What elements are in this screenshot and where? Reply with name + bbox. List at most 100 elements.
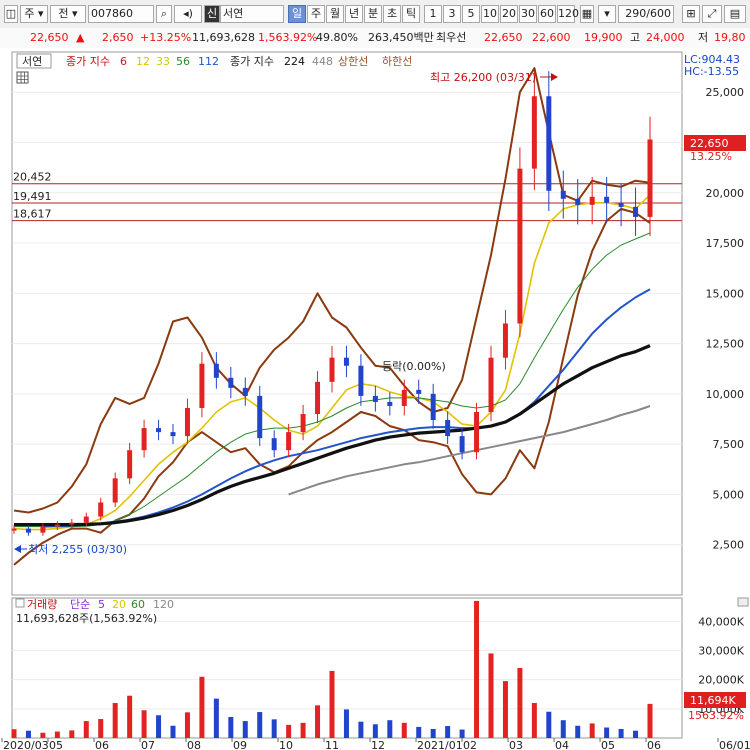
candle-body xyxy=(474,411,480,453)
high-annotation-text: 최고 26,200 (03/31) xyxy=(430,71,536,84)
candle-body xyxy=(329,357,335,382)
volume-bar xyxy=(69,730,75,738)
hc-readout: HC:-13.55 xyxy=(684,65,739,78)
interval-button-3[interactable]: 3 xyxy=(443,5,461,23)
interval-button-30[interactable]: 30 xyxy=(519,5,537,23)
volume-bar xyxy=(170,725,176,738)
candle-body xyxy=(141,428,147,451)
low-label: 저 xyxy=(698,31,709,44)
search-icon[interactable]: ⌕ xyxy=(156,5,172,23)
interval-button-60[interactable]: 60 xyxy=(538,5,556,23)
candle-body xyxy=(271,438,277,451)
candle-body xyxy=(184,407,190,437)
legend-name: 서연 xyxy=(22,55,42,68)
candle-body xyxy=(517,168,523,324)
market-select-value: 주 xyxy=(24,7,35,20)
prefix-select-value: 전 xyxy=(58,7,69,20)
volume-bar xyxy=(416,726,422,738)
period-button-6[interactable]: 틱 xyxy=(402,5,420,23)
stock-name-field[interactable]: 서연 xyxy=(220,5,284,23)
stock-name-value: 서연 xyxy=(223,7,244,20)
volume-tag-value: 11,694K xyxy=(690,694,736,707)
expand-icon[interactable]: ⤢ xyxy=(702,5,722,23)
low-annotation-text: 최저 2,255 (03/30) xyxy=(28,543,127,556)
legend-ma-56: 56 xyxy=(176,55,190,68)
price-tag-value: 22,650 xyxy=(690,137,729,150)
layout-icon[interactable]: ▤ xyxy=(724,5,746,23)
candle-body xyxy=(242,387,248,396)
x-tick-label: 10 xyxy=(279,739,293,750)
legend-ma-33: 33 xyxy=(156,55,170,68)
candle-body xyxy=(560,190,566,199)
candle-body xyxy=(430,393,436,421)
volume-tick-label: 40,000K xyxy=(698,615,744,628)
candle-body xyxy=(315,381,321,414)
volume-bar xyxy=(199,676,205,738)
candle-body xyxy=(531,96,537,169)
candle-body xyxy=(25,528,31,533)
volume-bar xyxy=(546,711,552,738)
period-button-3[interactable]: 년 xyxy=(345,5,363,23)
volume-panel-scroll[interactable] xyxy=(737,597,749,607)
volume-bar xyxy=(459,729,465,738)
volume-bar xyxy=(112,703,118,738)
volume-bar xyxy=(54,731,60,738)
interval-button-10[interactable]: 10 xyxy=(481,5,499,23)
period-button-0[interactable]: 일 xyxy=(288,5,306,23)
candle-body xyxy=(112,478,118,503)
window-menu-icon[interactable]: ◫ xyxy=(4,5,18,23)
settings-icon[interactable]: ▦ xyxy=(580,5,594,23)
low-annotation: 최저 2,255 (03/30) xyxy=(14,543,127,556)
period-button-5[interactable]: 초 xyxy=(383,5,401,23)
volume-bar xyxy=(83,721,89,738)
volume-legend-value: 11,693,628주(1,563.92%) xyxy=(16,612,157,625)
period-button-2[interactable]: 월 xyxy=(326,5,344,23)
candle-body xyxy=(69,522,75,525)
x-tick-label: 05 xyxy=(49,739,63,750)
interval-button-120[interactable]: 120 xyxy=(557,5,579,23)
interval-button-20[interactable]: 20 xyxy=(500,5,518,23)
candle-body xyxy=(127,450,133,479)
candle-body xyxy=(156,428,162,433)
count-input[interactable]: 290/600 xyxy=(618,5,674,23)
interval-button-1[interactable]: 1 xyxy=(424,5,442,23)
candle-body xyxy=(98,502,104,517)
price-tag-pct: 13.25% xyxy=(690,150,732,163)
x-tick-label: 02 xyxy=(463,739,477,750)
interval-button-5[interactable]: 5 xyxy=(462,5,480,23)
dropdown-icon[interactable]: ▾ xyxy=(598,5,616,23)
grid-icon[interactable]: ⊞ xyxy=(682,5,700,23)
volume-bar xyxy=(141,710,147,738)
market-select[interactable]: 주 ▾ xyxy=(20,5,48,23)
price-tick-label: 15,000 xyxy=(706,287,745,300)
price-tick-label: 10,000 xyxy=(706,388,745,401)
volume-bar xyxy=(358,721,364,738)
stock-chart[interactable]: 20,452 19,491 18,617 2,500 5,000 7,500 10,000… xyxy=(0,48,750,750)
period-button-1[interactable]: 주 xyxy=(307,5,325,23)
x-tick-label: 2021/01 xyxy=(417,739,463,750)
price-tick-label: 17,500 xyxy=(706,237,745,250)
volume-ma-120: 120 xyxy=(153,598,174,611)
volume-legend-box xyxy=(15,598,25,608)
candle-body xyxy=(286,432,292,451)
volume-ma-5: 5 xyxy=(98,598,105,611)
x-tick-label: 06/01 xyxy=(719,739,750,750)
candle-body xyxy=(300,414,306,433)
high-label: 고 xyxy=(630,31,641,44)
volume-bar xyxy=(502,681,508,738)
candle-body xyxy=(401,389,407,406)
candle-body xyxy=(257,395,263,439)
volume-bar xyxy=(257,712,263,738)
volume-bar xyxy=(343,709,349,738)
code-input[interactable]: 007860 xyxy=(88,5,154,23)
candle-body xyxy=(589,196,595,205)
volume-bar xyxy=(445,726,451,738)
prefix-select[interactable]: 전 ▾ xyxy=(50,5,86,23)
trade-amount: 263,450백만 xyxy=(368,31,434,44)
legend-table-icon[interactable] xyxy=(16,71,29,84)
volume-bar xyxy=(430,728,436,738)
volume-bar xyxy=(213,698,219,738)
period-button-4[interactable]: 분 xyxy=(364,5,382,23)
speaker-icon[interactable]: ◂) xyxy=(174,5,202,23)
candle-body xyxy=(618,202,624,207)
